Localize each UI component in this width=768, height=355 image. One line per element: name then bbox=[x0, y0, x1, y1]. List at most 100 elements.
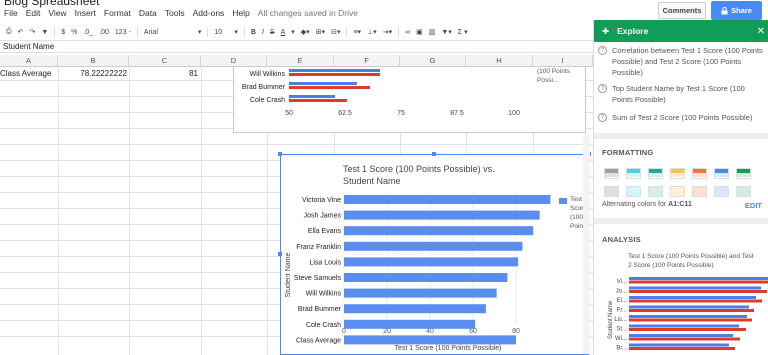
category-label: Brad Bummer bbox=[298, 306, 342, 313]
formula-bar[interactable]: Student Name bbox=[0, 40, 593, 53]
menu-data[interactable]: Data bbox=[139, 8, 157, 18]
edit-link[interactable]: EDIT bbox=[745, 201, 762, 210]
column-header-e[interactable]: E bbox=[267, 55, 334, 67]
column-header-h[interactable]: H bbox=[466, 55, 533, 67]
chevron-down-icon[interactable]: ▾ bbox=[198, 28, 202, 36]
help-icon: ? bbox=[598, 84, 607, 93]
analysis-y-label: Student Name bbox=[608, 300, 614, 339]
chart-icon[interactable]: ▥ bbox=[429, 28, 436, 36]
number-format-button[interactable]: 123 - bbox=[115, 29, 131, 36]
redo-icon[interactable]: ↷ bbox=[29, 28, 35, 36]
borders-icon[interactable]: ⊞▾ bbox=[316, 28, 325, 36]
color-swatch[interactable] bbox=[626, 168, 641, 179]
color-swatch[interactable] bbox=[648, 186, 663, 197]
close-icon[interactable]: ✕ bbox=[757, 26, 765, 37]
wrap-icon[interactable]: ⇥▾ bbox=[383, 28, 392, 36]
swatch-band bbox=[671, 173, 684, 177]
font-select[interactable]: Arial bbox=[144, 29, 192, 36]
column-header-f[interactable]: F bbox=[334, 55, 400, 67]
valign-icon[interactable]: ⊥▾ bbox=[367, 28, 377, 36]
chevron-down-icon[interactable]: ▾ bbox=[291, 28, 295, 36]
toolbar: ⎙ ↶ ↷ ▼ $ % .0_ .00 123 - Arial ▾ 10 ▾ B… bbox=[0, 25, 593, 39]
main-chart[interactable]: Test 1 Score (100 Points Possible) vs. S… bbox=[280, 154, 589, 355]
functions-icon[interactable]: Σ ▾ bbox=[458, 28, 468, 36]
explore-panel: ✚ Explore ✕ ? Correlation between Test 1… bbox=[593, 20, 768, 355]
column-header-b[interactable]: B bbox=[58, 55, 129, 67]
color-swatch[interactable] bbox=[604, 168, 619, 179]
menu-view[interactable]: View bbox=[48, 8, 66, 18]
analysis-bar bbox=[629, 324, 739, 328]
menu-tools[interactable]: Tools bbox=[165, 8, 185, 18]
color-swatch[interactable] bbox=[648, 168, 663, 179]
menu-file[interactable]: File bbox=[4, 8, 18, 18]
filter-icon[interactable]: ▼▾ bbox=[441, 28, 451, 36]
analysis-chart[interactable]: Vi... Jo... El... Fr... Lis... St... Wi... Br..… bbox=[594, 275, 768, 355]
color-swatch[interactable] bbox=[626, 186, 641, 197]
column-header-g[interactable]: G bbox=[400, 55, 466, 67]
color-swatch[interactable] bbox=[714, 168, 729, 179]
bar bbox=[344, 335, 516, 345]
chart-top[interactable]: Will Wilkins Brad Bummer Cole Crash 50 6… bbox=[233, 67, 586, 133]
swatch-band bbox=[693, 173, 706, 177]
column-header-d[interactable]: D bbox=[201, 55, 267, 67]
increase-decimal-button[interactable]: .00 bbox=[99, 29, 109, 36]
resize-handle[interactable] bbox=[278, 152, 282, 156]
grid-line bbox=[0, 144, 593, 145]
color-swatch[interactable] bbox=[604, 186, 619, 197]
link-icon[interactable]: ∞ bbox=[405, 29, 410, 36]
column-header-c[interactable]: C bbox=[129, 55, 201, 67]
strikethrough-button[interactable]: S bbox=[270, 29, 275, 36]
x-axis-label: Test 1 Score (100 Points Possible) bbox=[395, 345, 502, 352]
italic-button[interactable]: I bbox=[262, 29, 264, 36]
currency-button[interactable]: $ bbox=[61, 29, 65, 36]
cell-c-class-average[interactable]: 81 bbox=[129, 68, 198, 80]
comments-button[interactable]: Comments bbox=[658, 2, 706, 19]
save-status[interactable]: All changes saved in Drive bbox=[258, 8, 358, 18]
color-swatch[interactable] bbox=[670, 186, 685, 197]
paint-format-icon[interactable]: ▼ bbox=[41, 29, 48, 36]
color-swatch[interactable] bbox=[714, 186, 729, 197]
comment-icon[interactable]: ▣ bbox=[416, 28, 423, 36]
menu-bar: File Edit View Insert Format Data Tools … bbox=[4, 8, 358, 18]
menu-addons[interactable]: Add-ons bbox=[193, 8, 225, 18]
print-icon[interactable]: ⎙ bbox=[6, 28, 12, 36]
vertical-scrollbar[interactable] bbox=[583, 134, 590, 354]
font-size-select[interactable]: 10 bbox=[214, 29, 228, 36]
color-swatch[interactable] bbox=[736, 186, 751, 197]
color-swatch[interactable] bbox=[692, 168, 707, 179]
alt-colors-range: A1:C11 bbox=[668, 201, 692, 208]
grid-line bbox=[201, 67, 202, 355]
analysis-label: St... bbox=[616, 327, 627, 333]
explore-question[interactable]: ? Top Student Name by Test 1 Score (100 … bbox=[598, 83, 766, 105]
menu-edit[interactable]: Edit bbox=[26, 8, 41, 18]
percent-button[interactable]: % bbox=[71, 29, 77, 36]
bold-button[interactable]: B bbox=[251, 29, 256, 36]
color-swatch[interactable] bbox=[736, 168, 751, 179]
x-tick-label: 80 bbox=[512, 328, 520, 335]
align-icon[interactable]: ≡▾ bbox=[353, 28, 361, 36]
resize-handle[interactable] bbox=[432, 152, 436, 156]
doc-title[interactable]: Blog Spreadsheet bbox=[4, 0, 99, 8]
fill-color-icon[interactable]: ◆▾ bbox=[301, 28, 310, 36]
text-color-button[interactable]: A bbox=[281, 29, 286, 36]
merge-cells-icon[interactable]: ⊟▾ bbox=[331, 28, 340, 36]
decrease-decimal-button[interactable]: .0_ bbox=[83, 29, 93, 36]
chart-top-bar bbox=[289, 73, 380, 76]
column-header-a[interactable]: A bbox=[0, 55, 58, 67]
chart-top-tick: 87.5 bbox=[450, 110, 464, 117]
menu-help[interactable]: Help bbox=[232, 8, 249, 18]
menu-insert[interactable]: Insert bbox=[75, 8, 96, 18]
resize-handle[interactable] bbox=[278, 252, 282, 256]
color-swatch[interactable] bbox=[692, 186, 707, 197]
explore-question[interactable]: ? Correlation between Test 1 Score (100 … bbox=[598, 45, 766, 78]
share-button[interactable]: Share bbox=[711, 1, 762, 20]
chart-top-tick: 62.5 bbox=[338, 110, 352, 117]
chevron-down-icon[interactable]: ▾ bbox=[234, 28, 238, 36]
undo-icon[interactable]: ↶ bbox=[18, 28, 24, 36]
explore-question[interactable]: ? Sum of Test 2 Score (100 Points Possib… bbox=[598, 112, 766, 123]
column-header-i[interactable]: I bbox=[533, 55, 593, 67]
menu-format[interactable]: Format bbox=[104, 8, 131, 18]
cell-b-class-average[interactable]: 78.22222222 bbox=[58, 68, 127, 80]
cell-a-class-average[interactable]: Class Average bbox=[0, 68, 58, 80]
color-swatch[interactable] bbox=[670, 168, 685, 179]
